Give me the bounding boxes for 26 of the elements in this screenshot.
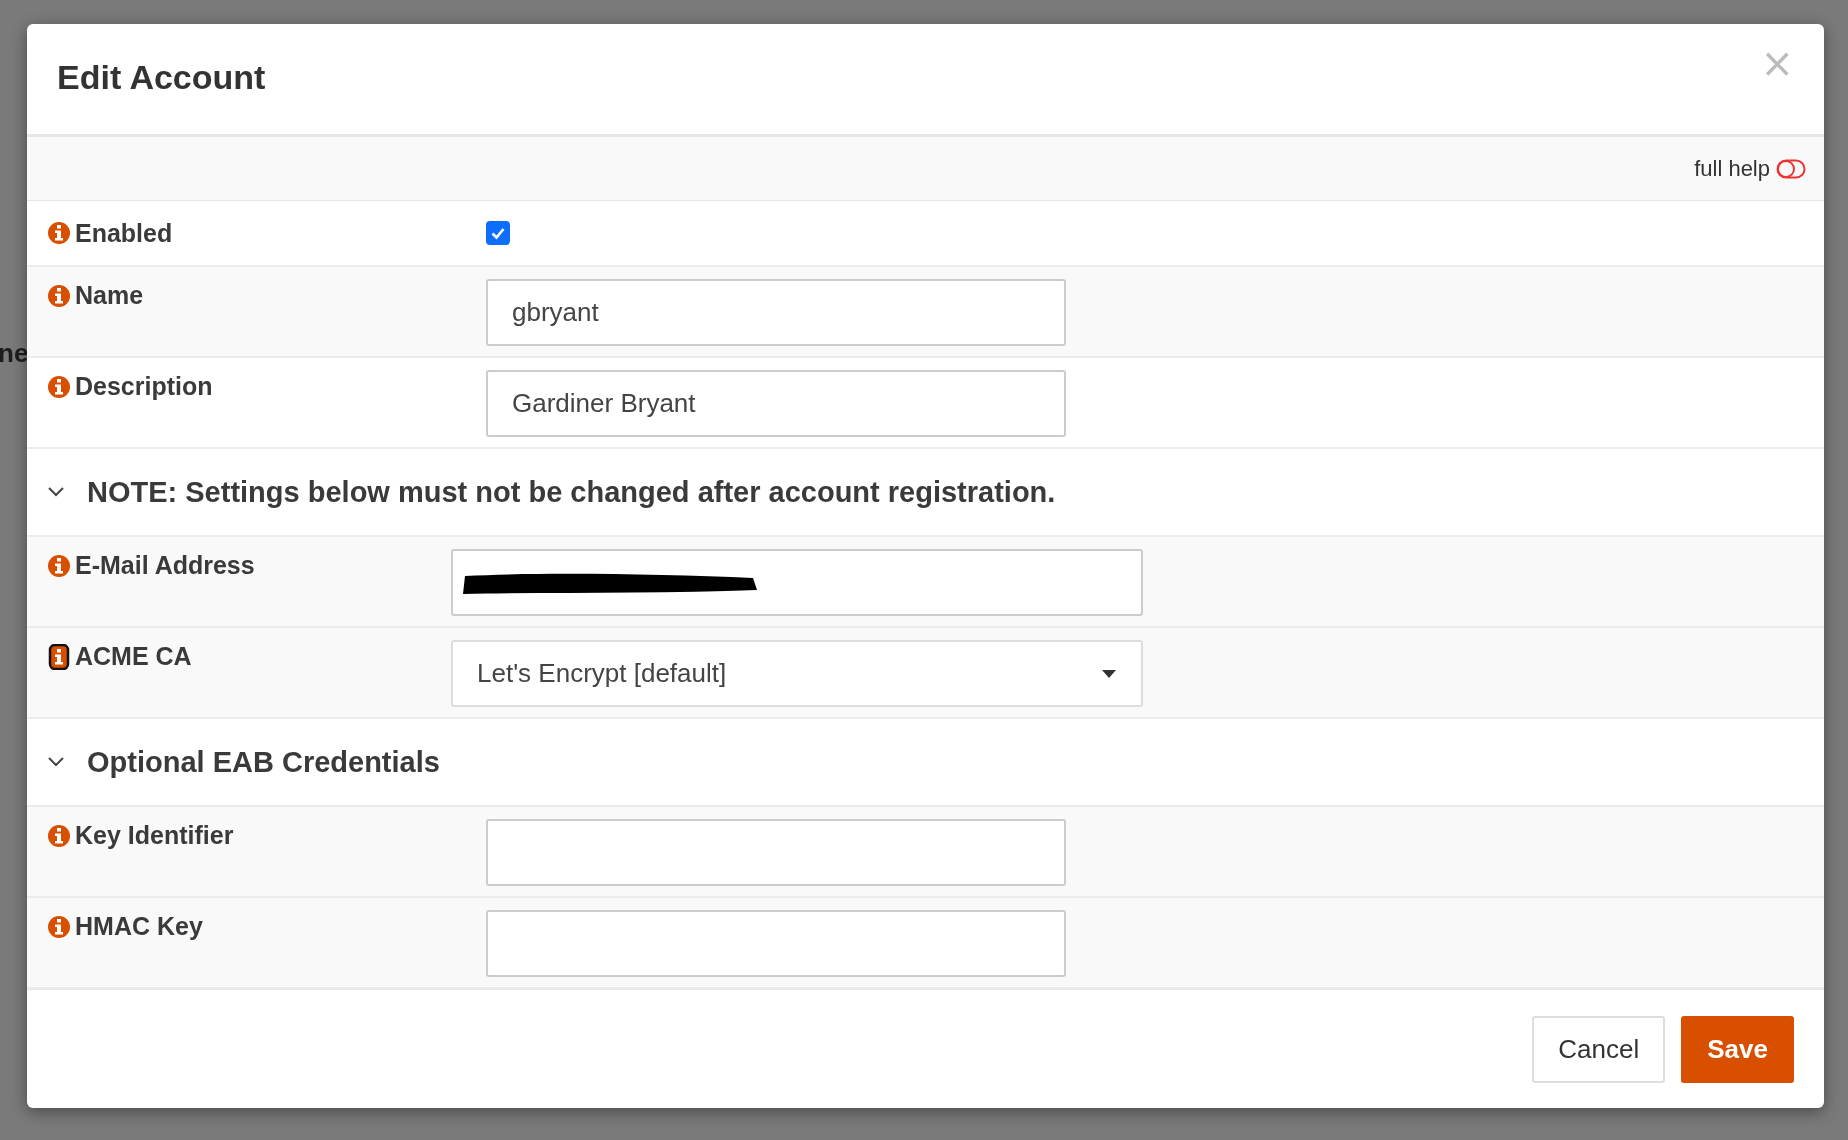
text-field[interactable]: Gardiner Bryant bbox=[486, 370, 1066, 437]
section-heading: Optional EAB Credentials bbox=[87, 745, 440, 779]
save-button[interactable]: Save bbox=[1681, 1015, 1794, 1083]
field-label: Description bbox=[75, 372, 213, 401]
field-label: E-Mail Address bbox=[75, 551, 255, 580]
background-text: ne bbox=[0, 338, 29, 369]
section-heading: NOTE: Settings below must not be changed after account registration. bbox=[87, 475, 1056, 509]
select-dropdown[interactable]: Let's Encrypt [default] bbox=[451, 640, 1143, 707]
field-label: Name bbox=[75, 281, 144, 310]
caret-icon bbox=[1101, 668, 1117, 679]
chevron-down-icon[interactable] bbox=[47, 486, 65, 498]
chevron-down-icon[interactable] bbox=[47, 756, 65, 768]
field-label: HMAC Key bbox=[75, 912, 203, 941]
email-field[interactable] bbox=[451, 549, 1143, 616]
text-field[interactable] bbox=[486, 819, 1066, 886]
text-field[interactable] bbox=[486, 910, 1066, 977]
text-field[interactable]: gbryant bbox=[486, 279, 1066, 346]
field-label: Enabled bbox=[75, 218, 173, 248]
info-icon[interactable] bbox=[47, 643, 71, 670]
field-label: ACME CA bbox=[75, 642, 192, 671]
toggle-switch[interactable] bbox=[1776, 158, 1806, 179]
field-label: Key Identifier bbox=[75, 821, 234, 850]
dialog-title: Edit Account bbox=[57, 57, 266, 97]
full-help-label: full help bbox=[1694, 155, 1770, 182]
checkbox[interactable] bbox=[486, 221, 510, 245]
cancel-button[interactable]: Cancel bbox=[1532, 1015, 1666, 1083]
